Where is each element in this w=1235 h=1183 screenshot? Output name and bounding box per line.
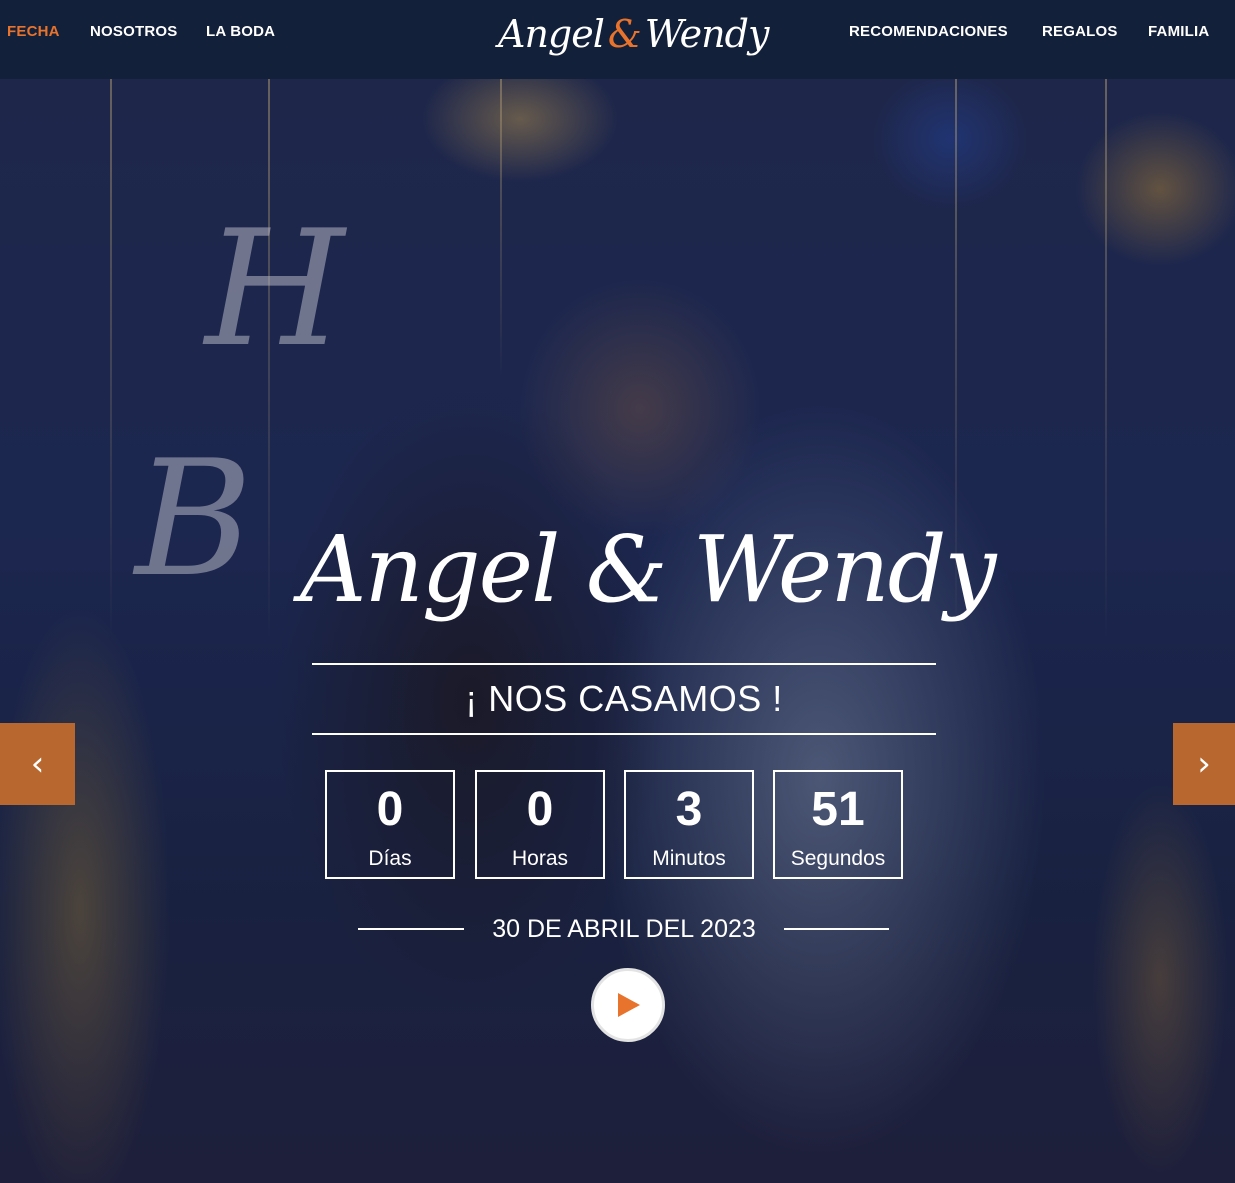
date-divider-right bbox=[784, 928, 889, 930]
hero-subtitle: ¡ NOS CASAMOS ! bbox=[465, 678, 783, 719]
carousel-next-button[interactable]: › bbox=[1173, 723, 1235, 805]
top-navbar: FECHA NOSOTROS LA BODA Angel & Wendy RECOM… bbox=[0, 0, 1235, 79]
chevron-left-icon: ‹ bbox=[30, 744, 45, 784]
divider-top bbox=[312, 663, 936, 665]
nav-link-la-boda[interactable]: LA BODA bbox=[206, 23, 275, 41]
logo-ampersand: & bbox=[607, 12, 642, 56]
countdown-hours-label: Horas bbox=[511, 847, 569, 870]
wedding-date: 30 DE ABRIL DEL 2023 bbox=[492, 915, 756, 943]
divider-bottom bbox=[312, 733, 936, 735]
music-play-button[interactable] bbox=[591, 968, 665, 1042]
countdown-seconds: 51 Segundos bbox=[773, 770, 903, 879]
logo-second-name: Wendy bbox=[644, 12, 770, 56]
countdown-minutes-value: 3 bbox=[675, 783, 703, 836]
chevron-right-icon: › bbox=[1197, 744, 1211, 784]
countdown-minutes-label: Minutos bbox=[652, 847, 726, 870]
countdown-hours: 0 Horas bbox=[475, 770, 605, 879]
nav-link-regalos[interactable]: REGALOS bbox=[1042, 23, 1118, 41]
nav-link-fecha[interactable]: FECHA bbox=[7, 23, 60, 41]
nav-link-nosotros[interactable]: NOSOTROS bbox=[90, 23, 177, 41]
play-icon bbox=[618, 993, 640, 1017]
hero-title: Angel & Wendy bbox=[300, 516, 996, 623]
countdown-seconds-value: 51 bbox=[811, 783, 865, 836]
carousel-prev-button[interactable]: ‹ bbox=[0, 723, 75, 805]
countdown-days: 0 Días bbox=[325, 770, 455, 879]
nav-link-recomendaciones[interactable]: RECOMENDACIONES bbox=[849, 23, 1008, 41]
countdown-days-value: 0 bbox=[376, 783, 404, 836]
countdown-seconds-label: Segundos bbox=[790, 847, 886, 870]
countdown-minutes: 3 Minutos bbox=[624, 770, 754, 879]
logo-first-name: Angel bbox=[498, 12, 605, 56]
nav-link-familia[interactable]: FAMILIA bbox=[1148, 23, 1209, 41]
countdown-days-label: Días bbox=[368, 847, 412, 870]
date-divider-left bbox=[358, 928, 464, 930]
countdown-hours-value: 0 bbox=[526, 783, 554, 836]
site-logo[interactable]: Angel & Wendy bbox=[498, 6, 769, 66]
